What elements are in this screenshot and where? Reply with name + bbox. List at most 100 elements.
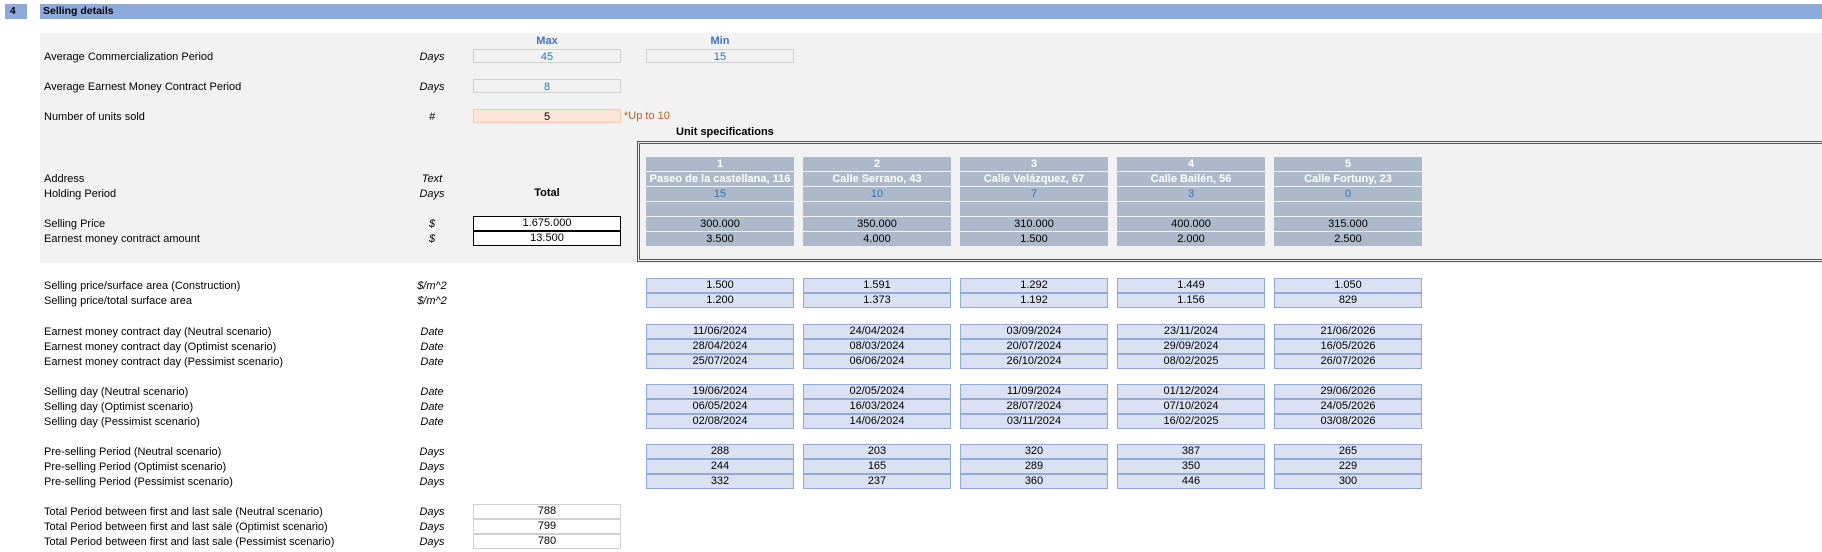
unit-address-cell: Calle Serrano, 43 — [803, 172, 951, 186]
value-cell: 289 — [960, 459, 1108, 474]
unit-earnest-cell: 2.000 — [1117, 232, 1265, 246]
row-label: Pre-selling Period (Optimist scenario) — [44, 461, 227, 473]
row-unit: # — [428, 111, 436, 123]
row-unit: Date — [420, 341, 444, 353]
value-cell: 1.373 — [803, 293, 951, 308]
units-sold-input[interactable]: 5 — [473, 109, 621, 123]
value-cell: 11/09/2024 — [960, 384, 1108, 399]
row-label: Holding Period — [44, 188, 117, 200]
unit-holding-cell[interactable]: 10 — [803, 187, 951, 201]
unit-holding-cell[interactable]: 15 — [646, 187, 794, 201]
unit-address-cell: Calle Bailén, 56 — [1117, 172, 1265, 186]
min-header: Min — [710, 35, 730, 47]
value-cell: 1.192 — [960, 293, 1108, 308]
row-label: Number of units sold — [44, 111, 145, 123]
unit-blank-cell — [1274, 202, 1422, 216]
unit-holding-cell[interactable]: 3 — [1117, 187, 1265, 201]
unit-price-cell: 350.000 — [803, 217, 951, 231]
row-label: Selling price/total surface area — [44, 295, 192, 307]
commercialization-min-input[interactable]: 15 — [646, 49, 794, 63]
total-earnest-amount: 13.500 — [473, 231, 621, 246]
value-cell: 28/07/2024 — [960, 399, 1108, 414]
value-cell: 229 — [1274, 459, 1422, 474]
value-cell: 24/04/2024 — [803, 324, 951, 339]
row-label: Average Earnest Money Contract Period — [44, 81, 242, 93]
unit-address-cell: Calle Fortuny, 23 — [1274, 172, 1422, 186]
value-cell: 24/05/2026 — [1274, 399, 1422, 414]
row-label: Pre-selling Period (Neutral scenario) — [44, 446, 222, 458]
units-sold-note: *Up to 10 — [624, 110, 670, 122]
row-label: Selling day (Optimist scenario) — [44, 401, 194, 413]
earnest-period-input[interactable]: 8 — [473, 79, 621, 93]
row-unit: $ — [428, 218, 436, 230]
row-label: Selling day (Pessimist scenario) — [44, 416, 200, 428]
row-unit: Days — [419, 506, 445, 518]
unit-price-cell: 310.000 — [960, 217, 1108, 231]
unit-price-cell: 400.000 — [1117, 217, 1265, 231]
unit-holding-cell[interactable]: 7 — [960, 187, 1108, 201]
value-cell: 08/02/2025 — [1117, 354, 1265, 369]
total-selling-price: 1.675.000 — [473, 216, 621, 231]
value-cell: 165 — [803, 459, 951, 474]
value-cell: 16/02/2025 — [1117, 414, 1265, 429]
total-header: Total — [534, 187, 560, 199]
value-cell: 1.449 — [1117, 278, 1265, 293]
unit-holding-cell[interactable]: 0 — [1274, 187, 1422, 201]
value-cell: 237 — [803, 474, 951, 489]
value-cell: 07/10/2024 — [1117, 399, 1265, 414]
row-label: Total Period between first and last sale… — [44, 506, 323, 518]
value-cell: 203 — [803, 444, 951, 459]
unit-num-cell: 1 — [646, 157, 794, 171]
row-label: Pre-selling Period (Pessimist scenario) — [44, 476, 233, 488]
value-cell: 26/10/2024 — [960, 354, 1108, 369]
value-cell: 332 — [646, 474, 794, 489]
row-unit: Date — [420, 401, 444, 413]
commercialization-max-input[interactable]: 45 — [473, 49, 621, 63]
unit-earnest-cell: 2.500 — [1274, 232, 1422, 246]
row-label: Average Commercialization Period — [44, 51, 214, 63]
unit-num-cell: 4 — [1117, 157, 1265, 171]
value-cell: 288 — [646, 444, 794, 459]
value-cell: 265 — [1274, 444, 1422, 459]
unit-blank-cell — [646, 202, 794, 216]
total-period-cell: 788 — [473, 504, 621, 519]
unit-earnest-cell: 3.500 — [646, 232, 794, 246]
unit-specs-title: Unit specifications — [676, 126, 774, 138]
unit-price-cell: 300.000 — [646, 217, 794, 231]
value-cell: 01/12/2024 — [1117, 384, 1265, 399]
row-label: Earnest money contract amount — [44, 233, 200, 245]
row-label: Selling day (Neutral scenario) — [44, 386, 189, 398]
value-cell: 350 — [1117, 459, 1265, 474]
value-cell: 19/06/2024 — [646, 384, 794, 399]
value-cell: 25/07/2024 — [646, 354, 794, 369]
unit-blank-cell — [1117, 202, 1265, 216]
row-unit: Text — [421, 173, 443, 185]
value-cell: 1.050 — [1274, 278, 1422, 293]
row-unit: Days — [419, 521, 445, 533]
value-cell: 02/08/2024 — [646, 414, 794, 429]
row-unit: Days — [419, 188, 445, 200]
row-unit: Date — [420, 386, 444, 398]
value-cell: 02/05/2024 — [803, 384, 951, 399]
row-label: Earnest money contract day (Optimist sce… — [44, 341, 277, 353]
value-cell: 06/05/2024 — [646, 399, 794, 414]
row-label: Selling Price — [44, 218, 106, 230]
value-cell: 1.591 — [803, 278, 951, 293]
unit-num-cell: 3 — [960, 157, 1108, 171]
value-cell: 300 — [1274, 474, 1422, 489]
unit-blank-cell — [960, 202, 1108, 216]
value-cell: 20/07/2024 — [960, 339, 1108, 354]
row-unit: Days — [419, 51, 445, 63]
row-unit: Date — [420, 326, 444, 338]
row-label: Total Period between first and last sale… — [44, 536, 335, 548]
row-unit: Days — [419, 461, 445, 473]
value-cell: 23/11/2024 — [1117, 324, 1265, 339]
value-cell: 06/06/2024 — [803, 354, 951, 369]
max-header: Max — [536, 35, 558, 47]
row-unit: $/m^2 — [417, 280, 447, 292]
total-period-cell: 780 — [473, 534, 621, 549]
value-cell: 28/04/2024 — [646, 339, 794, 354]
row-label: Earnest money contract day (Pessimist sc… — [44, 356, 284, 368]
total-period-cell: 799 — [473, 519, 621, 534]
value-cell: 446 — [1117, 474, 1265, 489]
